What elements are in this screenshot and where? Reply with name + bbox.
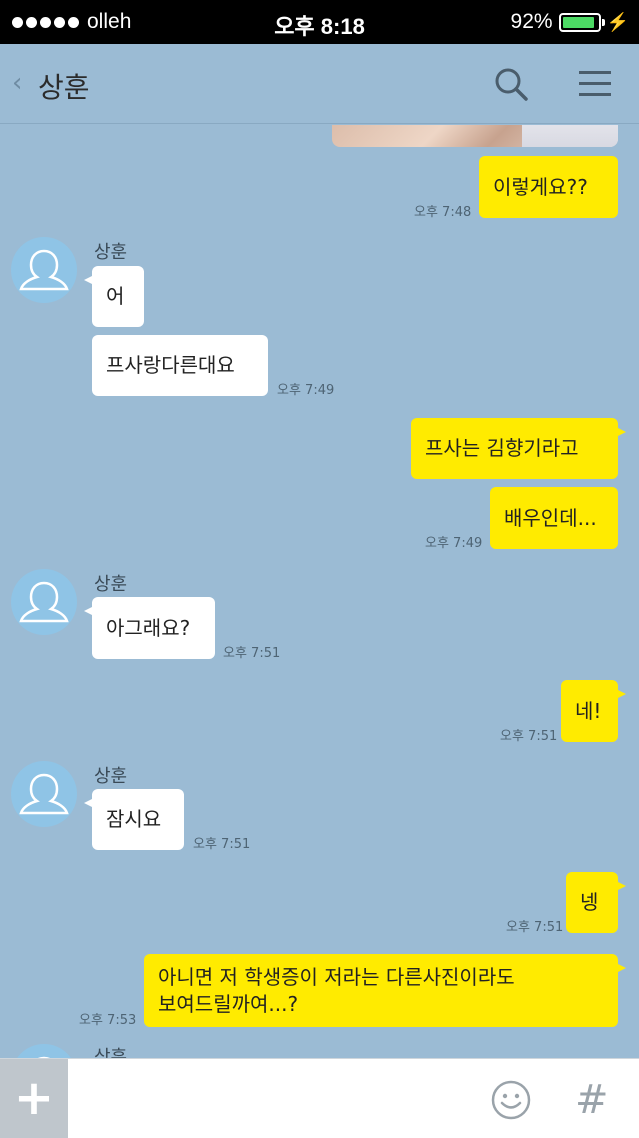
battery-percent: 92% bbox=[510, 10, 553, 33]
message-time: 오후 7:48 bbox=[414, 205, 472, 220]
menu-icon[interactable] bbox=[579, 70, 611, 98]
other-message[interactable]: 잠시요 bbox=[84, 789, 184, 850]
my-message[interactable]: 배우인데... bbox=[490, 487, 618, 549]
avatar[interactable] bbox=[11, 237, 77, 303]
status-bar: olleh 오후 8:18 92% ⚡ bbox=[0, 0, 639, 44]
sender-name: 상훈 bbox=[94, 766, 128, 787]
message-line: 보여드릴까여...? bbox=[158, 991, 299, 1016]
avatar[interactable] bbox=[11, 1044, 77, 1058]
my-message[interactable]: 이렇게요?? bbox=[479, 156, 618, 218]
message-time: 오후 7:49 bbox=[425, 536, 483, 551]
sender-name: 상훈 bbox=[94, 1047, 128, 1058]
message-time: 오후 7:51 bbox=[500, 729, 558, 744]
my-message[interactable]: 프사는 김향기라고 bbox=[411, 418, 626, 479]
other-message[interactable]: 아그래요? bbox=[84, 597, 215, 659]
smiley-icon[interactable] bbox=[490, 1079, 532, 1121]
my-message[interactable]: 넹 bbox=[566, 872, 626, 933]
chat-area[interactable]: 오후 7:48 이렇게요?? 상훈 어 프사랑다른대요 오후 7:49 프사는 … bbox=[0, 125, 639, 1058]
avatar[interactable] bbox=[11, 761, 77, 827]
my-message[interactable]: 네! bbox=[561, 680, 626, 742]
chat-title[interactable]: 상훈 bbox=[38, 66, 90, 106]
message-time: 오후 7:51 bbox=[193, 837, 251, 852]
input-bar: + # bbox=[0, 1058, 639, 1138]
battery-info: 92% ⚡ bbox=[511, 10, 629, 34]
hash-button[interactable]: # bbox=[575, 1077, 609, 1123]
sender-name: 상훈 bbox=[94, 574, 128, 595]
chevron-left-icon[interactable]: ‹ bbox=[12, 68, 22, 98]
message-time: 오후 7:53 bbox=[79, 1013, 137, 1028]
sender-name: 상훈 bbox=[94, 242, 128, 263]
message-time: 오후 7:49 bbox=[277, 383, 335, 398]
message-input[interactable] bbox=[78, 1073, 468, 1125]
chat-header: ‹ 상훈 bbox=[0, 44, 639, 124]
search-icon[interactable] bbox=[493, 66, 529, 102]
charging-icon: ⚡ bbox=[606, 11, 629, 32]
message-line: 아니면 저 학생증이 저라는 다른사진이라도 bbox=[158, 964, 515, 989]
avatar[interactable] bbox=[11, 569, 77, 635]
other-message[interactable]: 어 bbox=[84, 266, 144, 327]
photo-message[interactable] bbox=[332, 125, 618, 147]
message-time: 오후 7:51 bbox=[223, 646, 281, 661]
plus-button[interactable]: + bbox=[0, 1059, 68, 1138]
my-message[interactable]: 아니면 저 학생증이 저라는 다른사진이라도 보여드릴까여...? bbox=[144, 954, 626, 1027]
other-message[interactable]: 프사랑다른대요 bbox=[92, 335, 268, 396]
battery-icon bbox=[558, 12, 605, 32]
message-time: 오후 7:51 bbox=[506, 920, 564, 935]
